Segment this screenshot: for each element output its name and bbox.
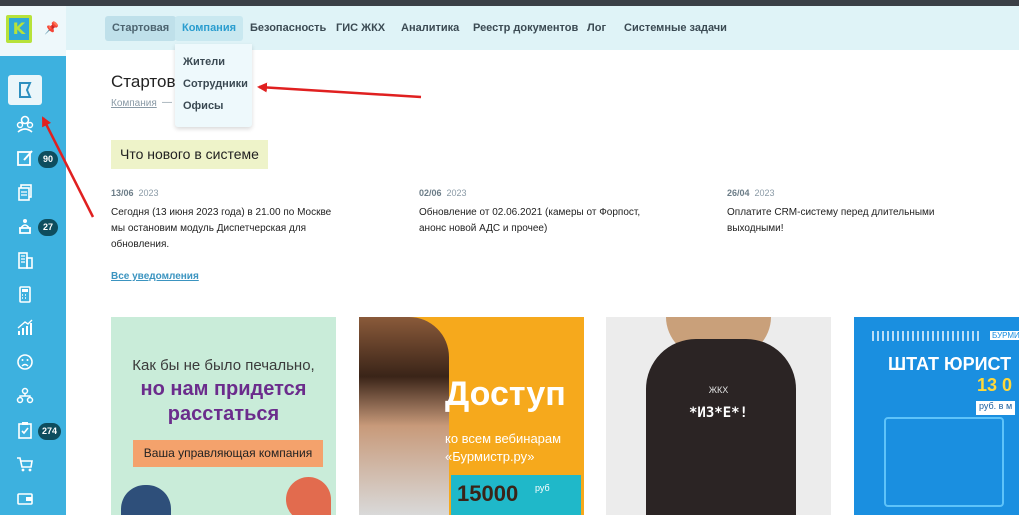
banner-brand: БУРМИ bbox=[990, 331, 1019, 340]
documents-icon bbox=[18, 184, 32, 201]
banner-title: Доступ bbox=[445, 375, 566, 413]
news-text[interactable]: Обновление от 02.06.2021 (камеры от Форп… bbox=[419, 205, 649, 237]
banner-person-photo bbox=[359, 317, 449, 515]
sidebar-item-structure[interactable] bbox=[8, 381, 42, 411]
banner-scales-illustration bbox=[884, 417, 1004, 507]
sidebar-item-analytics[interactable] bbox=[8, 313, 42, 343]
banner-text-line3: расстаться bbox=[167, 403, 280, 425]
sidebar-item-residents[interactable] bbox=[8, 109, 42, 139]
menu-item-employees[interactable]: Сотрудники bbox=[183, 78, 248, 90]
tab-security[interactable]: Безопасность bbox=[243, 16, 333, 41]
company-dropdown-menu: Жители Сотрудники Офисы bbox=[175, 44, 252, 127]
annotation-arrow bbox=[257, 82, 422, 99]
menu-item-offices[interactable]: Офисы bbox=[183, 100, 223, 112]
sidebar-item-tasks[interactable] bbox=[8, 143, 42, 173]
sidebar-item-wallet[interactable] bbox=[8, 483, 42, 513]
banner-subtitle: ко всем вебинарам bbox=[445, 431, 562, 446]
page-title: Стартова bbox=[111, 72, 185, 91]
banner-webinars[interactable]: Доступ ко всем вебинарам «Бурмистр.ру» 1… bbox=[359, 317, 584, 515]
wallet-icon bbox=[17, 493, 33, 505]
sidebar-item-checklist[interactable] bbox=[8, 415, 42, 445]
chart-growth-icon bbox=[17, 319, 33, 335]
banner-price-unit: руб bbox=[535, 483, 550, 493]
checklist-badge: 274 bbox=[38, 423, 62, 440]
banner-text-line1: Как бы не было печально, bbox=[132, 357, 315, 374]
banner-subtitle: «Бурмистр.ру» bbox=[445, 449, 535, 464]
banner-illustration bbox=[286, 477, 331, 515]
menu-item-residents[interactable]: Жители bbox=[183, 56, 225, 68]
news-text[interactable]: Сегодня (13 июня 2023 года) в 21.00 по М… bbox=[111, 205, 341, 253]
tasks-edit-icon bbox=[17, 150, 33, 166]
banner-button: Ваша управляющая компания bbox=[133, 440, 323, 467]
calculator-icon bbox=[19, 286, 31, 303]
sidebar-item-shop[interactable] bbox=[8, 449, 42, 479]
sidebar-item-dispatcher[interactable] bbox=[8, 211, 42, 241]
tab-company[interactable]: Компания bbox=[175, 16, 244, 41]
news-heading: Что нового в системе bbox=[111, 140, 268, 169]
org-structure-icon bbox=[16, 387, 34, 404]
residents-icon bbox=[16, 115, 34, 133]
logo-row: K 📌 bbox=[0, 6, 66, 56]
sad-face-icon bbox=[17, 354, 33, 370]
banner-phrase: *ИЗ*Е*! bbox=[688, 405, 748, 421]
checklist-icon bbox=[18, 422, 32, 439]
banner-note: руб. в м bbox=[976, 401, 1016, 415]
dispatcher-badge: 27 bbox=[38, 219, 58, 236]
news-item: 02/06 2023 Обновление от 02.06.2021 (каме… bbox=[419, 188, 649, 237]
banner-number: 13 0 bbox=[977, 375, 1013, 395]
news-text[interactable]: Оплатите CRM-систему перед длительными в… bbox=[727, 205, 957, 237]
cart-icon bbox=[17, 457, 33, 472]
news-date: 02/06 2023 bbox=[419, 188, 467, 198]
banner-goodbye[interactable]: Как бы не было печально, но нам придется… bbox=[111, 317, 336, 515]
sidebar-item-documents[interactable] bbox=[8, 177, 42, 207]
tab-start[interactable]: Стартовая bbox=[105, 16, 177, 41]
tab-gis-zhkh[interactable]: ГИС ЖКХ bbox=[329, 16, 392, 41]
banner-hoodie[interactable]: ЖКХ *ИЗ*Е*! bbox=[606, 317, 831, 515]
pin-icon[interactable]: 📌 bbox=[44, 21, 59, 35]
banner-dots bbox=[872, 331, 982, 341]
breadcrumb-company[interactable]: Компания bbox=[111, 98, 157, 109]
news-item: 26/04 2023 Оплатите CRM-систему перед дли… bbox=[727, 188, 957, 237]
news-date: 26/04 2023 bbox=[727, 188, 775, 198]
news-date: 13/06 2023 bbox=[111, 188, 159, 198]
tab-log[interactable]: Лог bbox=[580, 16, 613, 41]
banner-lawyer[interactable]: БУРМИ ШТАТ ЮРИСТ 13 0 руб. в м bbox=[854, 317, 1019, 515]
tab-documents-registry[interactable]: Реестр документов bbox=[466, 16, 585, 41]
news-item: 13/06 2023 Сегодня (13 июня 2023 года) в … bbox=[111, 188, 341, 253]
banner-price-box: 15000 руб bbox=[451, 475, 581, 515]
tasks-badge: 90 bbox=[38, 151, 58, 168]
building-icon bbox=[18, 252, 33, 269]
breadcrumb-separator: — bbox=[162, 97, 172, 108]
sidebar-item-calculator[interactable] bbox=[8, 279, 42, 309]
sidebar-item-start[interactable] bbox=[8, 75, 42, 105]
all-notifications-link[interactable]: Все уведомления bbox=[111, 271, 199, 282]
banner-text-line2: но нам придется bbox=[140, 378, 307, 400]
banner-title: ШТАТ ЮРИСТ bbox=[888, 354, 1012, 374]
banner-hoodie-shape bbox=[646, 339, 796, 515]
banner-illustration bbox=[121, 485, 171, 515]
tab-analytics[interactable]: Аналитика bbox=[394, 16, 466, 41]
flag-icon bbox=[19, 82, 32, 98]
sidebar-item-buildings[interactable] bbox=[8, 245, 42, 275]
sidebar-item-complaints[interactable] bbox=[8, 347, 42, 377]
dispatcher-icon bbox=[19, 219, 31, 234]
banner-price: 15000 bbox=[457, 481, 519, 506]
sidebar: K 📌 90 27 274 bbox=[0, 6, 66, 515]
app-logo[interactable]: K bbox=[6, 15, 32, 43]
tab-system-tasks[interactable]: Системные задачи bbox=[617, 16, 734, 41]
banner-logo-text: ЖКХ bbox=[708, 385, 729, 395]
